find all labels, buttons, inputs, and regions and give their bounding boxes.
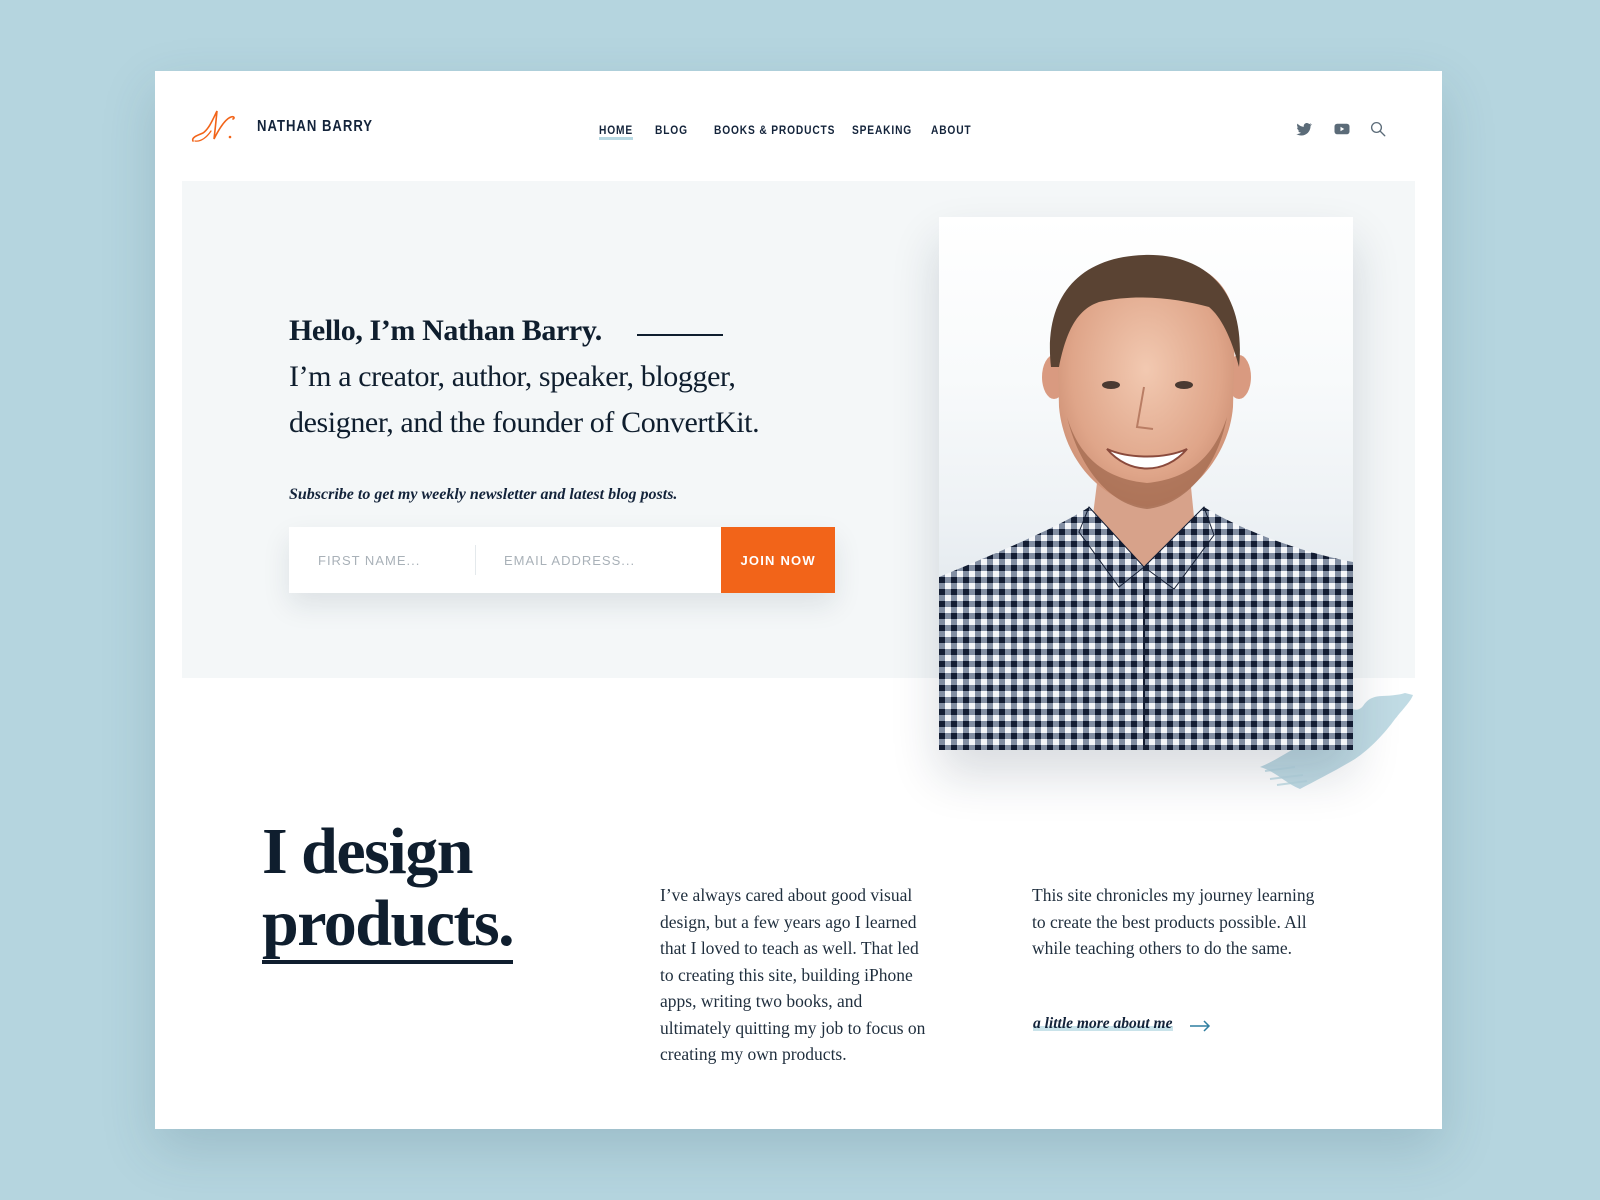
nav-home[interactable]: HOME [599, 123, 633, 140]
hero-title: Hello, I’m Nathan Barry. [289, 314, 602, 347]
portrait-illustration [939, 254, 1353, 750]
subscribe-label: Subscribe to get my weekly newsletter an… [289, 486, 678, 503]
hero-subtitle: I’m a creator, author, speaker, blogger,… [289, 360, 760, 439]
nav-speaking[interactable]: SPEAKING [852, 123, 912, 137]
arrow-right-icon[interactable] [1189, 1019, 1211, 1033]
main-nav: HOME BLOG BOOKS & PRODUCTS SPEAKING ABOU… [155, 123, 1442, 143]
page-card: NATHAN BARRY HOME BLOG BOOKS & PRODUCTS … [155, 71, 1442, 1129]
newsletter-form: JOIN NOW [289, 527, 835, 593]
nav-books-products[interactable]: BOOKS & PRODUCTS [714, 123, 835, 137]
email-input[interactable] [476, 527, 722, 593]
about-paragraph-2: This site chronicles my journey learning… [1032, 885, 1315, 958]
join-now-button[interactable]: JOIN NOW [721, 527, 835, 593]
about-paragraph-1: I’ve always cared about good visual desi… [660, 885, 926, 1064]
first-name-input[interactable] [289, 527, 475, 593]
nav-blog[interactable]: BLOG [655, 123, 688, 137]
search-icon[interactable] [1369, 120, 1387, 138]
about-title-line1: I design [262, 815, 473, 888]
nav-about[interactable]: ABOUT [931, 123, 972, 137]
more-about-me-link[interactable]: a little more about me [1033, 1015, 1173, 1033]
about-title-line2: products. [262, 887, 515, 964]
about-title: I design products. [262, 815, 515, 964]
hero-rule-divider [637, 334, 723, 336]
youtube-icon[interactable] [1333, 120, 1351, 138]
twitter-icon[interactable] [1295, 120, 1313, 138]
portrait-photo [939, 217, 1353, 750]
